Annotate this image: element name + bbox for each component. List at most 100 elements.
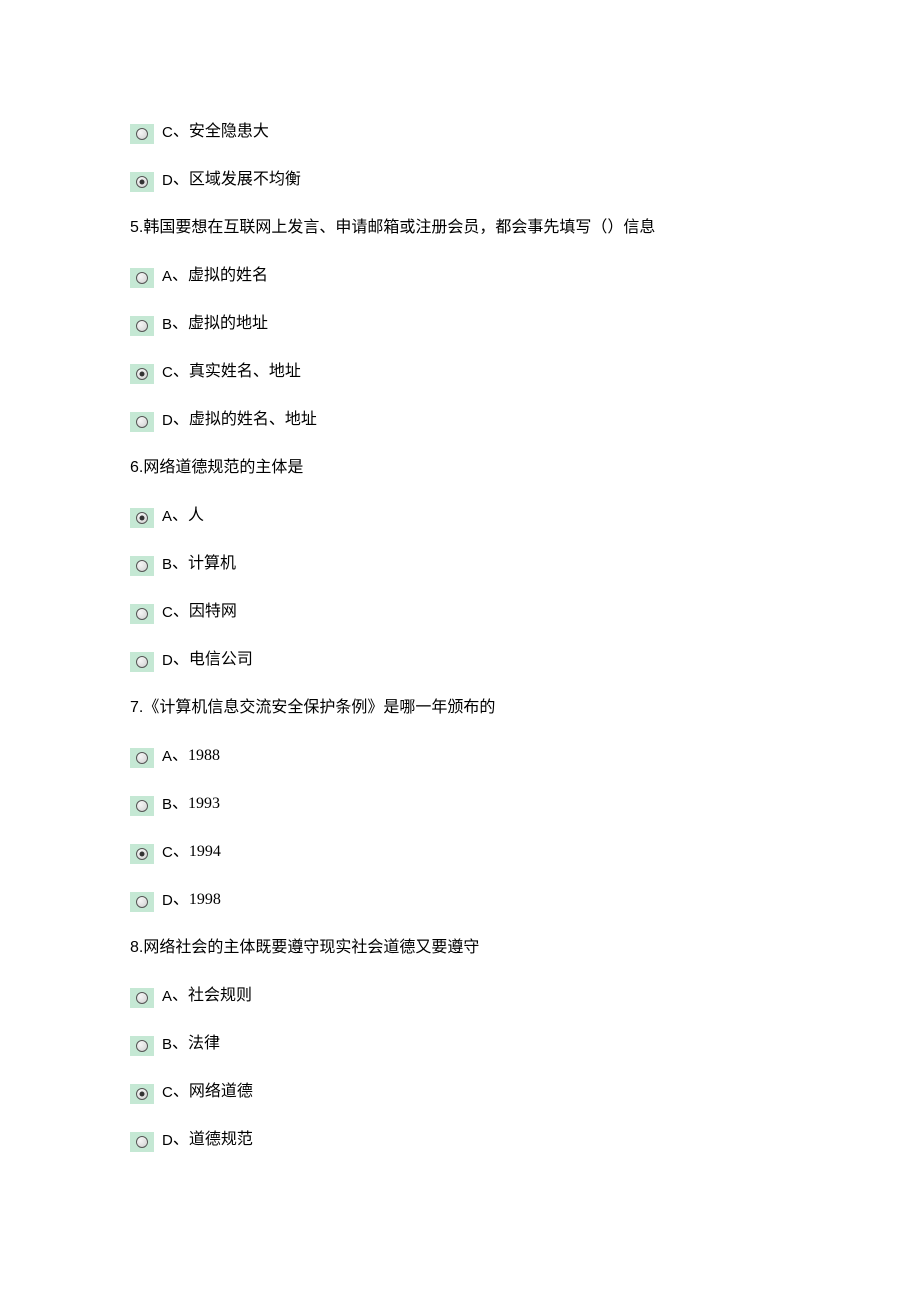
radio-button[interactable] xyxy=(130,796,154,816)
radio-button[interactable] xyxy=(130,604,154,624)
radio-icon xyxy=(136,992,148,1004)
option-text: 、虚拟的姓名、地址 xyxy=(173,408,317,432)
question-text: 8.网络社会的主体既要遵守现实社会道德又要遵守 xyxy=(130,936,790,960)
question-number: 7. xyxy=(130,699,143,716)
radio-button[interactable] xyxy=(130,268,154,288)
option-row: D、区域发展不均衡 xyxy=(130,168,790,192)
radio-icon xyxy=(136,416,148,428)
option-row: B、计算机 xyxy=(130,552,790,576)
option-text: 、安全隐患大 xyxy=(173,120,269,144)
radio-button[interactable] xyxy=(130,172,154,192)
option-text: 、真实姓名、地址 xyxy=(173,360,301,384)
option-row: A、社会规则 xyxy=(130,984,790,1008)
option-text: 、社会规则 xyxy=(172,984,252,1008)
option-letter: B xyxy=(162,794,172,817)
option-letter: D xyxy=(162,650,173,673)
option-letter: C xyxy=(162,1082,173,1105)
radio-icon xyxy=(136,512,148,524)
radio-icon xyxy=(136,1088,148,1100)
option-row: C、1994 xyxy=(130,840,790,864)
radio-button[interactable] xyxy=(130,1036,154,1056)
option-letter: B xyxy=(162,554,172,577)
option-text: 、1994 xyxy=(173,840,221,864)
option-text: 、1993 xyxy=(172,792,220,816)
option-row: D、道德规范 xyxy=(130,1128,790,1152)
option-letter: D xyxy=(162,890,173,913)
option-text: 、计算机 xyxy=(172,552,236,576)
option-letter: A xyxy=(162,986,172,1009)
question-8-block: 8.网络社会的主体既要遵守现实社会道德又要遵守 A、社会规则 B、法律 C、网络… xyxy=(130,936,790,1152)
option-letter: A xyxy=(162,506,172,529)
option-row: A、虚拟的姓名 xyxy=(130,264,790,288)
radio-icon xyxy=(136,800,148,812)
radio-icon xyxy=(136,368,148,380)
radio-icon xyxy=(136,656,148,668)
question-partial-block: C、安全隐患大 D、区域发展不均衡 xyxy=(130,120,790,192)
option-row: B、1993 xyxy=(130,792,790,816)
option-text: 、虚拟的姓名 xyxy=(172,264,268,288)
option-letter: D xyxy=(162,170,173,193)
radio-icon xyxy=(136,128,148,140)
radio-icon xyxy=(136,896,148,908)
option-text: 、因特网 xyxy=(173,600,237,624)
question-number: 6. xyxy=(130,459,143,476)
radio-icon xyxy=(136,848,148,860)
option-text: 、电信公司 xyxy=(173,648,253,672)
option-letter: C xyxy=(162,602,173,625)
radio-button[interactable] xyxy=(130,364,154,384)
option-text: 、1998 xyxy=(173,888,221,912)
question-body: 网络道德规范的主体是 xyxy=(143,459,303,476)
option-text: 、区域发展不均衡 xyxy=(173,168,301,192)
question-number: 5. xyxy=(130,219,143,236)
radio-button[interactable] xyxy=(130,412,154,432)
option-text: 、法律 xyxy=(172,1032,220,1056)
radio-button[interactable] xyxy=(130,316,154,336)
option-letter: A xyxy=(162,266,172,289)
option-letter: B xyxy=(162,1034,172,1057)
option-row: C、因特网 xyxy=(130,600,790,624)
question-6-block: 6.网络道德规范的主体是 A、人 B、计算机 C、因特网 D、电信公司 xyxy=(130,456,790,672)
radio-icon xyxy=(136,1136,148,1148)
option-row: D、虚拟的姓名、地址 xyxy=(130,408,790,432)
radio-button[interactable] xyxy=(130,652,154,672)
option-letter: D xyxy=(162,410,173,433)
option-letter: B xyxy=(162,314,172,337)
radio-icon xyxy=(136,176,148,188)
option-row: B、虚拟的地址 xyxy=(130,312,790,336)
option-row: D、电信公司 xyxy=(130,648,790,672)
option-letter: C xyxy=(162,122,173,145)
radio-button[interactable] xyxy=(130,892,154,912)
radio-button[interactable] xyxy=(130,508,154,528)
radio-button[interactable] xyxy=(130,1132,154,1152)
option-text: 、虚拟的地址 xyxy=(172,312,268,336)
question-text: 5.韩国要想在互联网上发言、申请邮箱或注册会员，都会事先填写（）信息 xyxy=(130,216,790,240)
question-body: 《计算机信息交流安全保护条例》是哪一年颁布的 xyxy=(143,699,495,716)
radio-button[interactable] xyxy=(130,556,154,576)
option-text: 、1988 xyxy=(172,744,220,768)
question-number: 8. xyxy=(130,939,143,956)
radio-icon xyxy=(136,272,148,284)
radio-button[interactable] xyxy=(130,1084,154,1104)
radio-icon xyxy=(136,320,148,332)
radio-button[interactable] xyxy=(130,988,154,1008)
question-5-block: 5.韩国要想在互联网上发言、申请邮箱或注册会员，都会事先填写（）信息 A、虚拟的… xyxy=(130,216,790,432)
option-row: B、法律 xyxy=(130,1032,790,1056)
radio-icon xyxy=(136,752,148,764)
question-7-block: 7.《计算机信息交流安全保护条例》是哪一年颁布的 A、1988 B、1993 C… xyxy=(130,696,790,912)
option-letter: A xyxy=(162,746,172,769)
option-row: A、1988 xyxy=(130,744,790,768)
question-body: 网络社会的主体既要遵守现实社会道德又要遵守 xyxy=(143,939,479,956)
radio-icon xyxy=(136,1040,148,1052)
option-letter: C xyxy=(162,362,173,385)
option-letter: D xyxy=(162,1130,173,1153)
option-letter: C xyxy=(162,842,173,865)
option-text: 、道德规范 xyxy=(173,1128,253,1152)
question-body: 韩国要想在互联网上发言、申请邮箱或注册会员，都会事先填写（）信息 xyxy=(143,219,655,236)
radio-icon xyxy=(136,608,148,620)
radio-button[interactable] xyxy=(130,748,154,768)
question-text: 7.《计算机信息交流安全保护条例》是哪一年颁布的 xyxy=(130,696,790,720)
quiz-document: C、安全隐患大 D、区域发展不均衡 5.韩国要想在互联网上发言、申请邮箱或注册会… xyxy=(130,120,790,1152)
option-row: C、网络道德 xyxy=(130,1080,790,1104)
radio-button[interactable] xyxy=(130,844,154,864)
radio-button[interactable] xyxy=(130,124,154,144)
